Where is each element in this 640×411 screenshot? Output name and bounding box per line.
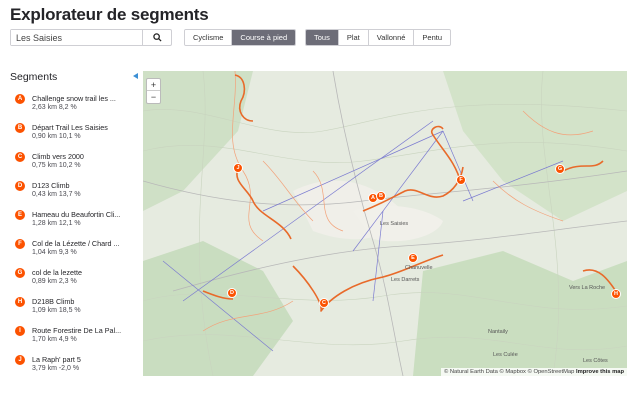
place-label: Les Culée	[493, 352, 518, 358]
map-marker-e[interactable]: E	[408, 253, 418, 263]
segment-item-i[interactable]: I Route Forestire De La Pal... 1,70 km 4,9…	[10, 324, 133, 353]
segment-meta: 2,63 km 8,2 %	[32, 104, 77, 111]
segment-name: D218B Climb	[32, 297, 75, 306]
zoom-out-button[interactable]: −	[147, 91, 160, 103]
collapse-sidebar-icon[interactable]	[133, 73, 138, 79]
segment-item-h[interactable]: H D218B Climb 1,09 km 18,5 %	[10, 295, 133, 324]
segment-map[interactable]: + − A B C D E F G H J Les Saisies Chanuv…	[143, 71, 627, 376]
search-icon	[152, 33, 162, 42]
segment-name: Col de la Lézette / Chard ...	[32, 239, 120, 248]
segment-item-a[interactable]: A Challenge snow trail les ... 2,63 km 8,2…	[10, 92, 133, 121]
map-marker-b[interactable]: B	[376, 191, 386, 201]
segment-name: Climb vers 2000	[32, 152, 84, 161]
terrain-option-all[interactable]: Tous	[306, 30, 338, 45]
marker-icon: D	[15, 181, 25, 191]
marker-icon: H	[15, 297, 25, 307]
segment-meta: 3,79 km -2,0 %	[32, 365, 80, 372]
segment-name: Challenge snow trail les ...	[32, 94, 116, 103]
zoom-in-button[interactable]: +	[147, 79, 160, 91]
map-marker-d[interactable]: D	[227, 288, 237, 298]
place-label: Nantaily	[488, 329, 508, 335]
search-button[interactable]	[142, 30, 171, 45]
page-title: Explorateur de segments	[10, 5, 209, 24]
map-marker-g[interactable]: G	[555, 164, 565, 174]
marker-icon: E	[15, 210, 25, 220]
segment-meta: 1,09 km 18,5 %	[32, 307, 81, 314]
place-label: Les Saisies	[380, 221, 409, 227]
attribution-text[interactable]: © Natural Earth Data © Mapbox © OpenStre…	[444, 369, 574, 375]
map-attribution: © Natural Earth Data © Mapbox © OpenStre…	[440, 368, 627, 376]
segment-meta: 0,75 km 10,2 %	[32, 162, 81, 169]
segment-meta: 0,90 km 10,1 %	[32, 133, 81, 140]
segment-meta: 1,28 km 12,1 %	[32, 220, 81, 227]
segment-item-d[interactable]: D D123 Climb 0,43 km 13,7 %	[10, 179, 133, 208]
terrain-option-steep[interactable]: Pentu	[413, 30, 451, 45]
place-label: Chanuvelle	[405, 265, 433, 271]
zoom-control: + −	[146, 78, 161, 104]
segment-meta: 1,70 km 4,9 %	[32, 336, 77, 343]
map-marker-h[interactable]: H	[611, 289, 621, 299]
segment-item-c[interactable]: C Climb vers 2000 0,75 km 10,2 %	[10, 150, 133, 179]
search-box	[10, 29, 172, 46]
marker-icon: I	[15, 326, 25, 336]
place-label: Vers La Roche	[569, 285, 606, 291]
improve-map-link[interactable]: Improve this map	[576, 369, 624, 375]
search-input[interactable]	[11, 30, 142, 45]
segment-item-g[interactable]: Gcol de la lezette 0,89 km 2,3 %	[10, 266, 133, 295]
segment-item-j[interactable]: J La Raph' part 5 3,79 km -2,0 %	[10, 353, 133, 382]
segment-name: Route Forestire De La Pal...	[32, 326, 122, 335]
activity-toggle: Cyclisme Course à pied	[184, 29, 297, 46]
activity-option-running[interactable]: Course à pied	[231, 30, 296, 45]
map-marker-j[interactable]: J	[233, 163, 243, 173]
segment-item-f[interactable]: F Col de la Lézette / Chard ... 1,04 km 9,…	[10, 237, 133, 266]
segment-item-e[interactable]: E Hameau du Beaufortin Cli... 1,28 km 12,1…	[10, 208, 133, 237]
place-label: Les Côtes	[583, 358, 608, 364]
marker-icon: J	[15, 355, 25, 365]
segment-name: col de la lezette	[32, 268, 82, 277]
place-label: Les Darrets	[391, 277, 420, 283]
marker-icon: G	[15, 268, 25, 278]
marker-icon: A	[15, 94, 25, 104]
terrain-toggle: Tous Plat Vallonné Pentu	[305, 29, 452, 46]
segment-item-b[interactable]: B Départ Trail Les Saisies 0,90 km 10,1 %	[10, 121, 133, 150]
segment-name: Départ Trail Les Saisies	[32, 123, 108, 132]
marker-icon: C	[15, 152, 25, 162]
marker-icon: B	[15, 123, 25, 133]
segment-name: La Raph' part 5	[32, 355, 81, 364]
map-marker-f[interactable]: F	[456, 175, 466, 185]
segment-meta: 0,43 km 13,7 %	[32, 191, 81, 198]
segment-name: D123 Climb	[32, 181, 70, 190]
sidebar-title: Segments	[10, 71, 58, 83]
terrain-option-flat[interactable]: Plat	[337, 30, 368, 45]
segment-meta: 1,04 km 9,3 %	[32, 249, 77, 256]
terrain-option-hilly[interactable]: Vallonné	[367, 30, 414, 45]
activity-option-cycling[interactable]: Cyclisme	[185, 30, 232, 45]
map-marker-c[interactable]: C	[319, 298, 329, 308]
marker-icon: F	[15, 239, 25, 249]
segment-list: A Challenge snow trail les ... 2,63 km 8,2…	[10, 92, 133, 382]
segment-meta: 0,89 km 2,3 %	[32, 278, 77, 285]
segment-name: Hameau du Beaufortin Cli...	[32, 210, 121, 219]
